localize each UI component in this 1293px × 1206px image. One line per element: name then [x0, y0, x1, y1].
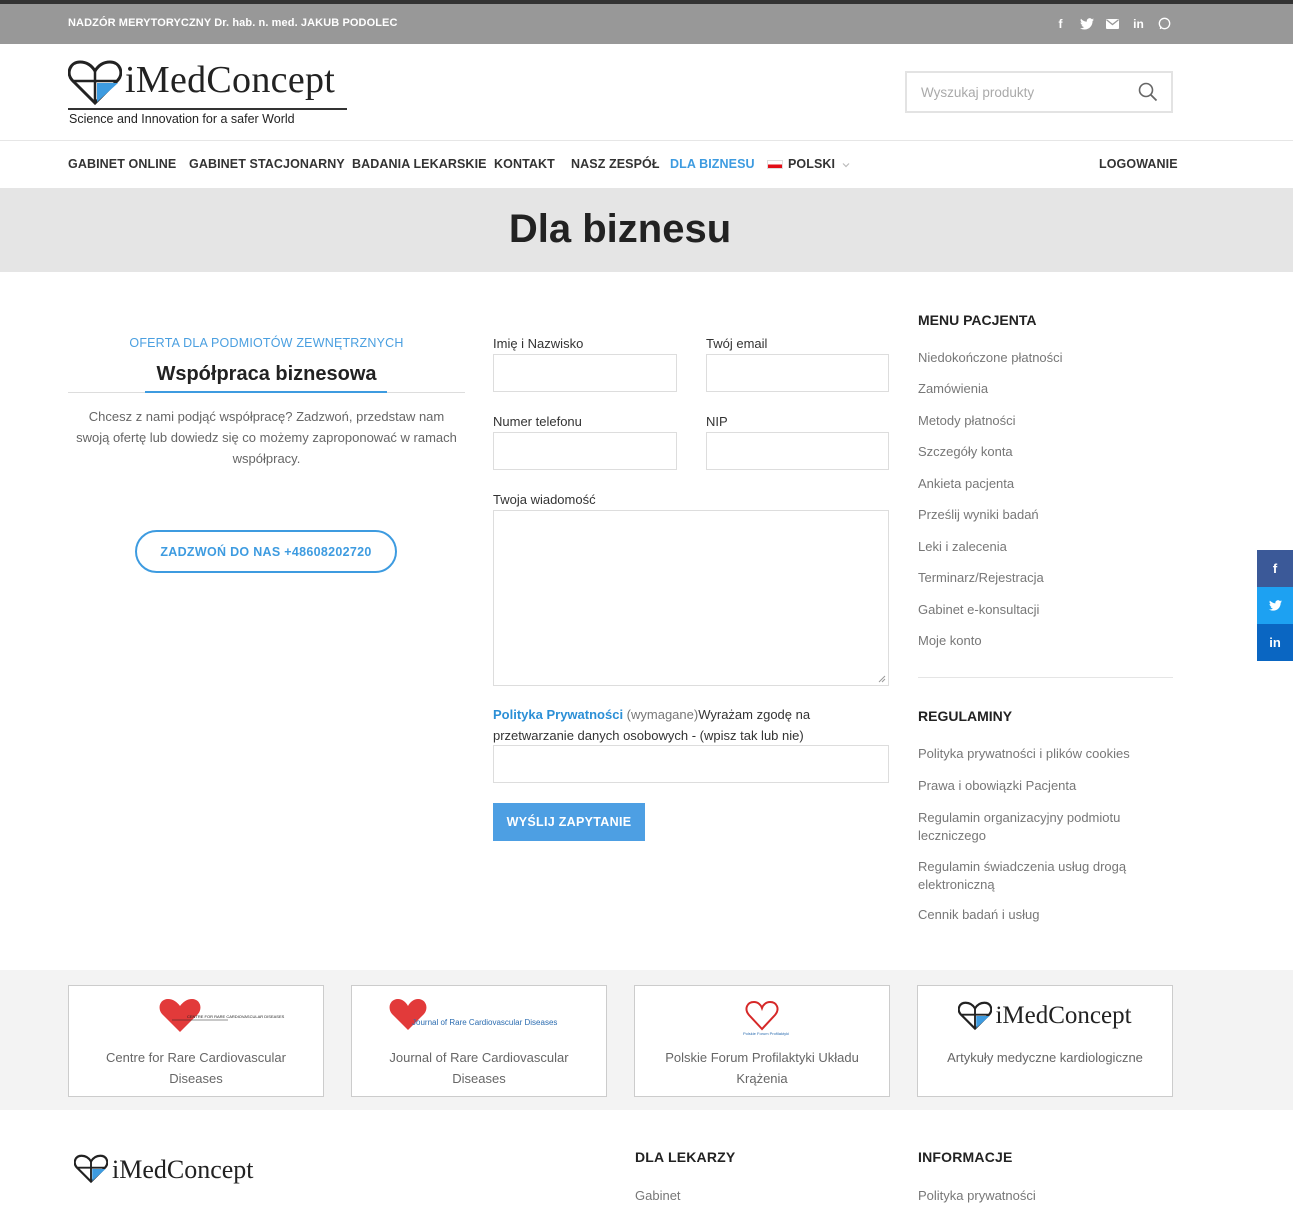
footer-info-title: INFORMACJE: [918, 1149, 1013, 1165]
imedconcept-logo-text: iMedConcept: [995, 1002, 1132, 1029]
partner-card-pfpuk[interactable]: Polskie Forum Profilaktyki Polskie Forum…: [634, 985, 890, 1097]
poland-flag-icon: [767, 160, 783, 169]
logo-heart-icon: [73, 1154, 109, 1184]
sidebar-link-e-consultation[interactable]: Gabinet e-konsultacji: [918, 602, 1039, 617]
sidebar-link-payment-methods[interactable]: Metody płatności: [918, 413, 1016, 428]
search-icon[interactable]: [1138, 82, 1158, 102]
privacy-consent-text: Polityka Prywatności (wymagane)Wyrażam z…: [493, 704, 889, 746]
sidebar-link-orders[interactable]: Niedokończone płatności: [918, 350, 1063, 365]
social-links: f in: [1052, 15, 1173, 32]
regulations-title: REGULAMINY: [918, 708, 1013, 724]
sidebar-link-organizational-rules[interactable]: Regulamin organizacyjny podmiotu lecznic…: [918, 809, 1133, 845]
partners-strip: CENTRE FOR RARE CARDIOVASCULAR DISEASES …: [0, 970, 1293, 1110]
footer-logo[interactable]: iMedConcept: [73, 1153, 254, 1190]
supervision-text: NADZÓR MERYTORYCZNY Dr. hab. n. med. JAK…: [68, 17, 398, 29]
share-twitter-icon[interactable]: [1257, 587, 1293, 624]
email-field[interactable]: [706, 354, 889, 392]
partner-caption: Polskie Forum Profilaktyki Układu Krążen…: [665, 1050, 859, 1086]
footer-link-gabinet[interactable]: Gabinet: [635, 1188, 681, 1203]
offer-heading: Współpraca biznesowa: [156, 363, 377, 385]
top-bar: NADZÓR MERYTORYCZNY Dr. hab. n. med. JAK…: [0, 4, 1293, 44]
sidebar-link-electronic-services[interactable]: Regulamin świadczenia usług drogą elektr…: [918, 858, 1133, 894]
name-label: Imię i Nazwisko: [493, 336, 584, 351]
call-us-button[interactable]: ZADZWOŃ DO NAS +48608202720: [135, 530, 397, 573]
name-field[interactable]: [493, 354, 677, 392]
partner-caption: Artykuły medyczne kardiologiczne: [947, 1050, 1143, 1065]
phone-field[interactable]: [493, 432, 677, 470]
nip-field[interactable]: [706, 432, 889, 470]
sidebar-link-medications[interactable]: Leki i zalecenia: [918, 539, 1007, 554]
resize-handle-icon[interactable]: [878, 675, 886, 683]
partner-card-imedconcept[interactable]: iMedConcept Artykuły medyczne kardiologi…: [917, 985, 1173, 1097]
page-title: Dla biznesu: [508, 207, 732, 251]
nav-login[interactable]: LOGOWANIE: [1099, 157, 1178, 171]
page-title-bar: Dla biznesu: [0, 188, 1293, 272]
pfpuk-logo: Polskie Forum Profilaktyki: [635, 994, 889, 1038]
sidebar-link-patient-rights[interactable]: Prawa i obowiązki Pacjenta: [918, 778, 1076, 793]
sidebar-link-upload-results[interactable]: Prześlij wyniki badań: [918, 507, 1039, 522]
consent-field[interactable]: [493, 745, 889, 783]
phone-label: Numer telefonu: [493, 414, 582, 429]
footer-brand-name: iMedConcept: [112, 1155, 254, 1184]
submit-button[interactable]: WYŚLIJ ZAPYTANIE: [493, 803, 645, 841]
required-marker: (wymagane): [623, 707, 699, 722]
journal-logo-text: Journal of Rare Cardiovascular Diseases: [412, 1018, 558, 1027]
offer-text: Chcesz z nami podjąć współpracę? Zadzwoń…: [76, 409, 457, 466]
search-box[interactable]: Wyszukaj produkty: [905, 71, 1173, 113]
business-offer: OFERTA DLA PODMIOTÓW ZEWNĘTRZNYCH Współp…: [68, 336, 465, 469]
nav-dla-biznesu[interactable]: DLA BIZNESU: [670, 157, 755, 171]
patient-menu-title: MENU PACJENTA: [918, 312, 1037, 328]
language-selector[interactable]: POLSKI: [767, 157, 850, 171]
whatsapp-icon[interactable]: [1156, 15, 1173, 32]
nav-nasz-zespol[interactable]: NASZ ZESPÓŁ: [571, 157, 660, 171]
sidebar-divider: [918, 677, 1173, 678]
crcd-logo-text: CENTRE FOR RARE CARDIOVASCULAR DISEASES: [187, 1014, 285, 1019]
facebook-icon[interactable]: f: [1052, 15, 1069, 32]
offer-kicker: OFERTA DLA PODMIOTÓW ZEWNĘTRZNYCH: [129, 336, 404, 350]
sidebar-link-orders[interactable]: Zamówienia: [918, 381, 988, 396]
main-nav: GABINET ONLINE GABINET STACJONARNY BADAN…: [0, 141, 1293, 188]
journal-logo: Journal of Rare Cardiovascular Diseases: [352, 994, 606, 1038]
sidebar-link-patient-survey[interactable]: Ankieta pacjenta: [918, 476, 1014, 491]
logo-underline: [68, 108, 347, 110]
partner-card-journal[interactable]: Journal of Rare Cardiovascular Diseases …: [351, 985, 607, 1097]
site-logo[interactable]: iMedConcept Science and Innovation for a…: [68, 58, 348, 128]
mail-icon[interactable]: [1104, 15, 1121, 32]
privacy-policy-link[interactable]: Polityka Prywatności: [493, 707, 623, 722]
footer-link-privacy[interactable]: Polityka prywatności: [918, 1188, 1036, 1203]
linkedin-icon[interactable]: in: [1130, 15, 1147, 32]
crcd-logo: CENTRE FOR RARE CARDIOVASCULAR DISEASES: [69, 994, 323, 1038]
partner-caption: Journal of Rare Cardiovascular Diseases: [389, 1050, 569, 1086]
nav-badania-lekarskie[interactable]: BADANIA LEKARSKIE: [352, 157, 487, 171]
sidebar-link-my-account[interactable]: Moje konto: [918, 633, 982, 648]
message-label: Twoja wiadomość: [493, 492, 596, 507]
partner-caption: Centre for Rare Cardiovascular Diseases: [106, 1050, 286, 1086]
sidebar-link-price-list[interactable]: Cennik badań i usług: [918, 907, 1039, 922]
twitter-icon[interactable]: [1078, 15, 1095, 32]
footer-doctors-title: DLA LEKARZY: [635, 1149, 736, 1165]
pfpuk-logo-text: Polskie Forum Profilaktyki: [743, 1031, 790, 1036]
sidebar-link-account-details[interactable]: Szczegóły konta: [918, 444, 1013, 459]
language-label: POLSKI: [788, 157, 836, 171]
logo-heart-icon: [68, 60, 122, 106]
sidebar-link-schedule[interactable]: Terminarz/Rejestracja: [918, 570, 1044, 585]
search-input[interactable]: Wyszukaj produkty: [921, 85, 1034, 100]
sidebar-link-privacy-cookies[interactable]: Polityka prywatności i plików cookies: [918, 746, 1130, 761]
imedconcept-small-logo: iMedConcept: [918, 994, 1172, 1038]
chevron-down-icon: [842, 163, 850, 168]
site-header: iMedConcept Science and Innovation for a…: [0, 44, 1293, 141]
brand-name: iMedConcept: [125, 59, 336, 101]
share-facebook-icon[interactable]: f: [1257, 550, 1293, 587]
share-linkedin-icon[interactable]: in: [1257, 624, 1293, 661]
nav-kontakt[interactable]: KONTAKT: [494, 157, 555, 171]
partner-card-crcd[interactable]: CENTRE FOR RARE CARDIOVASCULAR DISEASES …: [68, 985, 324, 1097]
brand-tagline: Science and Innovation for a safer World: [69, 112, 295, 126]
message-textarea[interactable]: [493, 510, 889, 686]
nav-gabinet-online[interactable]: GABINET ONLINE: [68, 157, 176, 171]
nav-gabinet-stacjonarny[interactable]: GABINET STACJONARNY: [189, 157, 345, 171]
email-label: Twój email: [706, 336, 768, 351]
heading-underline: [68, 386, 465, 400]
nip-label: NIP: [706, 414, 728, 429]
